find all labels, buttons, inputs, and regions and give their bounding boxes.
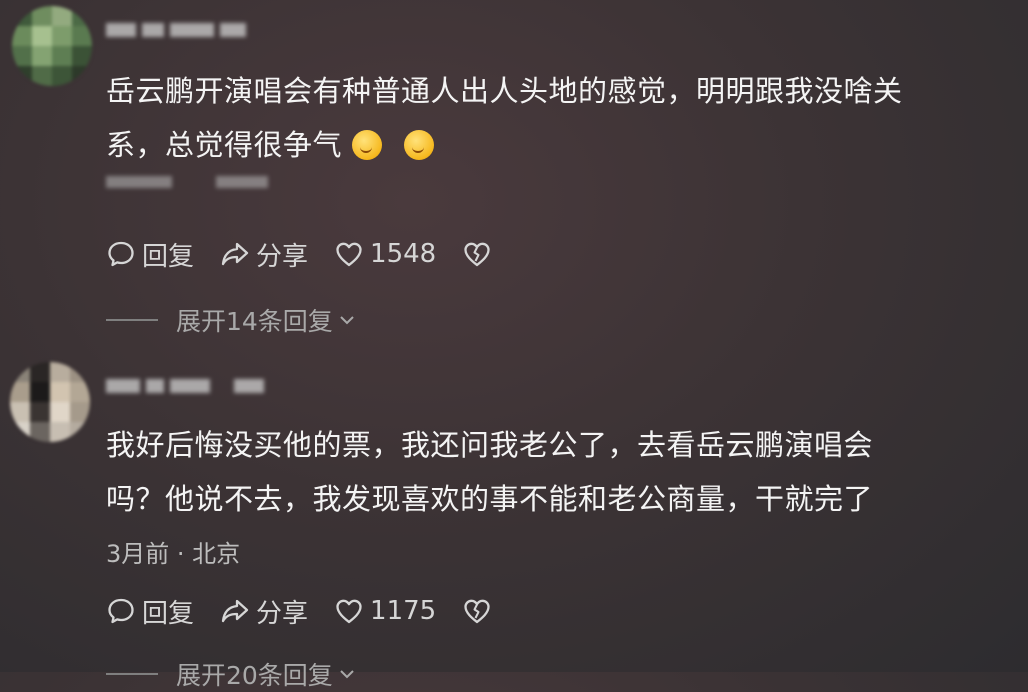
dislike-button[interactable]: [462, 596, 498, 626]
chevron-down-icon: [340, 316, 354, 325]
comment-meta: 3月前 · 北京: [106, 540, 241, 568]
expand-replies-button[interactable]: 展开14条回复: [106, 302, 357, 338]
like-button[interactable]: 1175: [334, 596, 436, 626]
comment-line: 岳云鹏开演唱会有种普通人出人头地的感觉，明明跟我没啥关: [106, 74, 903, 108]
avatar[interactable]: [12, 6, 92, 86]
avatar[interactable]: [10, 362, 90, 442]
chevron-down-icon: [340, 670, 354, 679]
divider: [106, 319, 158, 321]
username-redacted[interactable]: [106, 20, 246, 40]
reply-label: 回复: [142, 598, 195, 629]
broken-heart-icon: [464, 599, 490, 624]
share-arrow-icon: [221, 599, 249, 623]
comment-line: 系，总觉得很争气: [106, 128, 343, 162]
divider: [106, 673, 158, 675]
thinking-face-emoji-icon: [352, 130, 383, 160]
share-button[interactable]: 分享: [220, 593, 308, 630]
comment-text: 我好后悔没买他的票，我还问我老公了，去看岳云鹏演唱会 吗？他说不去，我发现喜欢的…: [106, 418, 873, 526]
action-bar: 回复 分享 1548: [106, 234, 524, 274]
share-button[interactable]: 分享: [220, 236, 308, 273]
like-count: 1175: [370, 596, 437, 626]
username-redacted[interactable]: [106, 376, 264, 396]
expand-replies-button[interactable]: 展开20条回复: [106, 656, 357, 692]
expand-replies-label: 展开14条回复: [176, 307, 333, 336]
comment-line: 我好后悔没买他的票，我还问我老公了，去看岳云鹏演唱会: [106, 428, 874, 462]
heart-icon: [336, 242, 362, 267]
like-button[interactable]: 1548: [334, 239, 436, 269]
thinking-face-emoji-icon: [404, 130, 435, 160]
heart-icon: [336, 599, 362, 624]
reply-button[interactable]: 回复: [106, 236, 194, 273]
share-label: 分享: [256, 598, 309, 629]
comment-bubble-icon: [108, 241, 134, 267]
broken-heart-icon: [464, 242, 490, 267]
comment-text: 岳云鹏开演唱会有种普通人出人头地的感觉，明明跟我没啥关 系，总觉得很争气: [106, 64, 903, 172]
share-label: 分享: [256, 241, 309, 272]
action-bar: 回复 分享 1175: [106, 591, 524, 631]
dislike-button[interactable]: [462, 239, 498, 269]
comment-bubble-icon: [108, 598, 134, 624]
like-count: 1548: [370, 239, 437, 269]
reply-label: 回复: [142, 241, 195, 272]
comment-line: 吗？他说不去，我发现喜欢的事不能和老公商量，干就完了: [106, 482, 874, 516]
expand-replies-label: 展开20条回复: [176, 661, 333, 690]
meta-redacted: [106, 176, 268, 188]
reply-button[interactable]: 回复: [106, 593, 194, 630]
share-arrow-icon: [221, 242, 249, 266]
